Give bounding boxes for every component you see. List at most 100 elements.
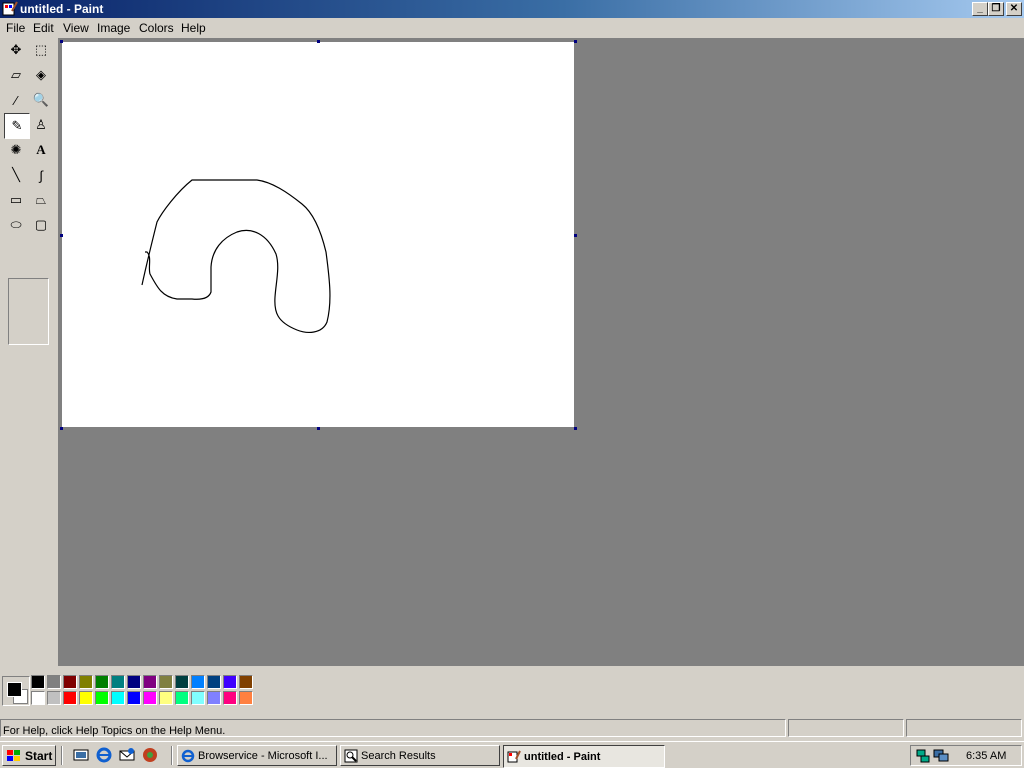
palette-swatch[interactable] [175, 675, 189, 689]
internet-explorer-icon[interactable] [96, 747, 112, 763]
resize-handle[interactable] [574, 234, 577, 237]
resize-handle[interactable] [317, 427, 320, 430]
palette-swatch[interactable] [191, 691, 205, 705]
tool-line[interactable]: ╲ [4, 163, 28, 187]
palette-swatch[interactable] [159, 691, 173, 705]
menu-help[interactable]: Help [181, 21, 206, 35]
close-button[interactable]: ✕ [1006, 2, 1022, 16]
resize-handle [60, 427, 63, 430]
menu-view[interactable]: View [63, 21, 89, 35]
tool-rectangle[interactable]: ▭ [4, 188, 28, 212]
palette-swatch[interactable] [95, 675, 109, 689]
windows-logo-icon [7, 749, 20, 761]
search-icon [344, 749, 358, 762]
palette-swatch[interactable] [31, 675, 45, 689]
drawing-canvas[interactable] [62, 42, 574, 427]
palette-swatch[interactable] [95, 691, 109, 705]
network-connection-icon[interactable] [915, 748, 931, 764]
status-coords-panel [788, 719, 904, 737]
tool-magnifier[interactable]: 🔍 [29, 88, 53, 112]
taskbar: Start Browservice - Microsoft I... Searc… [0, 741, 1024, 768]
tool-brush[interactable]: ♙ [29, 113, 53, 137]
menu-file[interactable]: File [6, 21, 25, 35]
status-bar: For Help, click Help Topics on the Help … [0, 716, 1024, 740]
palette-swatch[interactable] [111, 675, 125, 689]
palette-swatch[interactable] [127, 691, 141, 705]
resize-handle[interactable] [574, 427, 577, 430]
palette-swatch[interactable] [127, 675, 141, 689]
eraser-icon: ▱ [11, 67, 21, 82]
tool-polygon[interactable]: ⏢ [29, 188, 53, 212]
palette-swatch[interactable] [79, 691, 93, 705]
palette-swatch[interactable] [79, 675, 93, 689]
palette-swatch[interactable] [191, 675, 205, 689]
current-colors-box [2, 676, 30, 706]
palette-swatch[interactable] [207, 691, 221, 705]
status-size-panel [906, 719, 1022, 737]
palette-swatch[interactable] [175, 691, 189, 705]
status-help-panel: For Help, click Help Topics on the Help … [0, 719, 786, 737]
resize-handle [574, 40, 577, 43]
palette-swatch[interactable] [47, 691, 61, 705]
outlook-express-icon[interactable] [119, 747, 135, 763]
tool-options-box[interactable] [8, 278, 49, 345]
tool-text[interactable]: A [29, 138, 53, 162]
show-desktop-icon[interactable] [73, 747, 89, 763]
pick-color-icon: ⁄ [14, 92, 18, 108]
resize-handle [60, 40, 63, 43]
restore-button[interactable]: ❐ [988, 2, 1004, 16]
palette-swatch[interactable] [159, 675, 173, 689]
tool-free-form-select[interactable]: ✥ [4, 38, 28, 62]
taskbar-separator [171, 746, 173, 765]
monitor-icon[interactable] [933, 748, 949, 764]
palette-swatch[interactable] [239, 691, 253, 705]
tool-pencil[interactable]: ✎ [4, 113, 30, 139]
tool-airbrush[interactable]: ✺ [4, 138, 28, 162]
tool-eraser[interactable]: ▱ [4, 63, 28, 87]
resize-handle [317, 40, 320, 43]
palette-swatch[interactable] [239, 675, 253, 689]
palette-swatch[interactable] [223, 675, 237, 689]
close-icon: ✕ [1009, 3, 1019, 14]
tool-curve[interactable]: ∫ [29, 163, 53, 187]
palette-swatch[interactable] [143, 691, 157, 705]
palette-swatch[interactable] [47, 675, 61, 689]
palette-swatch[interactable] [111, 691, 125, 705]
system-tray: 6:35 AM [910, 745, 1022, 766]
fill-with-color-icon: ◈ [36, 67, 46, 82]
curve-icon: ∫ [39, 167, 43, 183]
tool-select[interactable]: ⬚ [29, 38, 53, 62]
select-icon: ⬚ [34, 42, 48, 57]
ellipse-icon: ⬭ [10, 217, 22, 232]
polygon-icon: ⏢ [35, 192, 47, 207]
restore-icon: ❐ [991, 3, 1001, 14]
title-bar[interactable]: untitled - Paint _ ❐ ✕ [0, 0, 1024, 18]
brush-icon: ♙ [35, 117, 47, 132]
free-form-select-icon: ✥ [10, 42, 22, 57]
palette-swatch[interactable] [143, 675, 157, 689]
media-player-icon[interactable] [142, 747, 158, 763]
start-button[interactable]: Start [2, 745, 56, 766]
menu-colors[interactable]: Colors [139, 21, 174, 35]
palette-swatch[interactable] [207, 675, 221, 689]
paint-app-icon [507, 750, 521, 762]
tool-ellipse[interactable]: ⬭ [4, 213, 28, 237]
line-icon: ╲ [12, 167, 20, 182]
minimize-button[interactable]: _ [972, 2, 988, 16]
palette-swatch[interactable] [63, 675, 77, 689]
tool-fill-with-color[interactable]: ◈ [29, 63, 53, 87]
menu-image[interactable]: Image [97, 21, 130, 35]
taskbar-clock[interactable]: 6:35 AM [966, 750, 1006, 762]
menu-edit[interactable]: Edit [33, 21, 54, 35]
task-paint[interactable]: untitled - Paint [503, 745, 665, 768]
tool-pick-color[interactable]: ⁄ [4, 88, 28, 112]
task-browservice[interactable]: Browservice - Microsoft I... [177, 745, 337, 766]
foreground-color-swatch[interactable] [7, 682, 22, 697]
palette-swatch[interactable] [31, 691, 45, 705]
palette-swatch[interactable] [223, 691, 237, 705]
airbrush-icon: ✺ [10, 142, 22, 157]
tool-rounded-rectangle[interactable]: ▢ [29, 213, 53, 237]
task-search-results[interactable]: Search Results [340, 745, 500, 766]
paint-app-icon[interactable] [2, 1, 18, 17]
palette-swatch[interactable] [63, 691, 77, 705]
